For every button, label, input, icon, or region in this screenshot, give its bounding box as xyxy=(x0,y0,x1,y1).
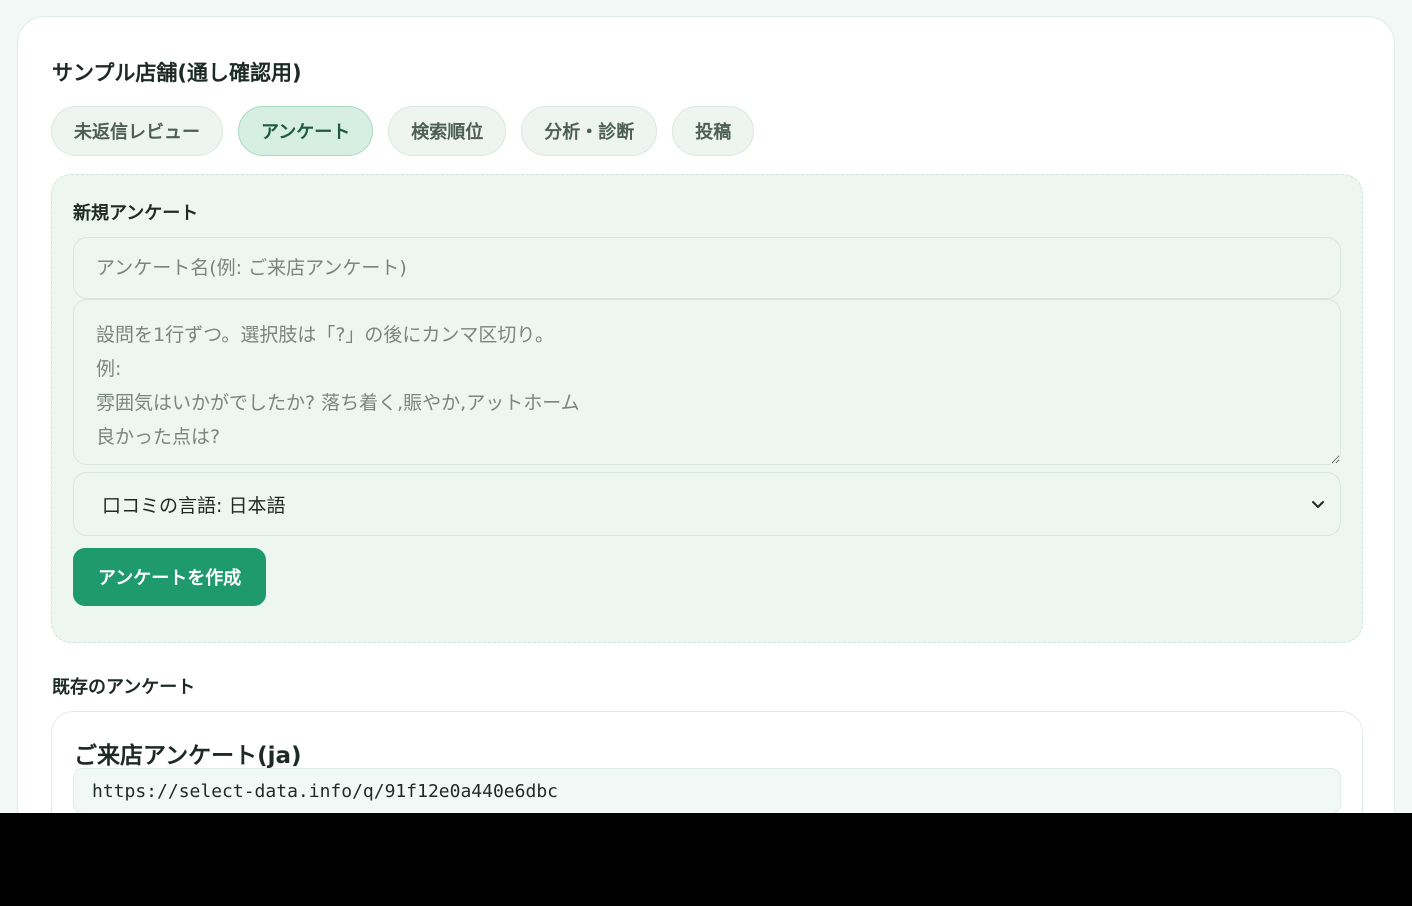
offscreen-area xyxy=(0,813,1412,906)
tab-bar: 未返信レビュー アンケート 検索順位 分析・診断 投稿 xyxy=(51,106,755,156)
tab-survey[interactable]: アンケート xyxy=(238,106,374,156)
existing-surveys-title: 既存のアンケート xyxy=(52,677,196,698)
store-title: サンプル店舗(通し確認用) xyxy=(52,61,302,85)
tab-search-ranking[interactable]: 検索順位 xyxy=(388,106,507,156)
survey-name-input[interactable] xyxy=(73,237,1341,299)
new-survey-title: 新規アンケート xyxy=(73,203,199,224)
store-card: サンプル店舗(通し確認用) 未返信レビュー アンケート 検索順位 分析・診断 投… xyxy=(17,16,1395,813)
review-language-select[interactable]: 口コミの言語: 日本語 xyxy=(73,472,1341,536)
tab-posts[interactable]: 投稿 xyxy=(672,106,755,156)
survey-card: ご来店アンケート(ja) https://select-data.info/q/… xyxy=(51,711,1363,813)
tab-analysis[interactable]: 分析・診断 xyxy=(521,106,658,156)
survey-url[interactable]: https://select-data.info/q/91f12e0a440e6… xyxy=(73,768,1341,813)
review-language-value: 口コミの言語: 日本語 xyxy=(102,494,286,517)
new-survey-panel: 新規アンケート 口コミの言語: 日本語 アンケートを作成 xyxy=(51,174,1363,643)
survey-name: ご来店アンケート(ja) xyxy=(74,743,302,769)
create-survey-button[interactable]: アンケートを作成 xyxy=(73,548,267,606)
tab-unreplied-reviews[interactable]: 未返信レビュー xyxy=(51,106,223,156)
chevron-down-icon xyxy=(1312,501,1324,508)
page-viewport: サンプル店舗(通し確認用) 未返信レビュー アンケート 検索順位 分析・診断 投… xyxy=(0,0,1412,813)
survey-questions-textarea[interactable] xyxy=(73,299,1341,465)
